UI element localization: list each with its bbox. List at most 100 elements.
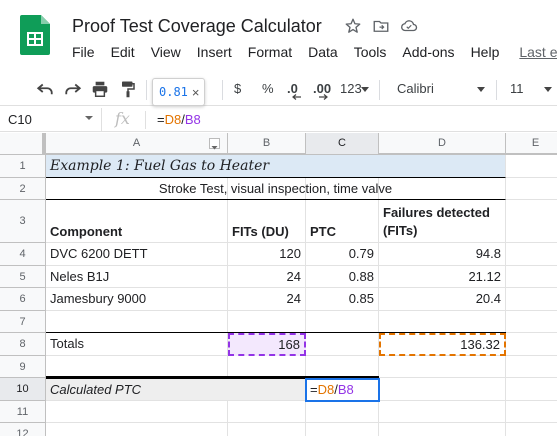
grid-cell[interactable]	[379, 378, 506, 401]
header-fits[interactable]: FITs (DU)	[228, 200, 306, 243]
column-header-a[interactable]: A	[46, 133, 228, 154]
move-folder-icon[interactable]	[371, 16, 391, 36]
table-row-5-failures[interactable]: 21.12	[379, 266, 506, 288]
grid-cell[interactable]	[228, 401, 306, 423]
currency-format-button[interactable]: $	[234, 81, 241, 96]
table-row-6-ptc[interactable]: 0.85	[306, 288, 379, 311]
table-row-4-fits[interactable]: 120	[228, 243, 306, 266]
row-header-6[interactable]: 6	[0, 288, 46, 311]
row-header-8[interactable]: 8	[0, 333, 46, 356]
menu-addons[interactable]: Add-ons	[394, 44, 462, 60]
close-icon[interactable]: ×	[192, 85, 200, 100]
column-header-d[interactable]: D	[379, 133, 506, 154]
table-row-6-failures[interactable]: 20.4	[379, 288, 506, 311]
document-title[interactable]: Proof Test Coverage Calculator	[72, 16, 322, 37]
print-icon[interactable]	[89, 79, 111, 99]
column-header-c[interactable]: C	[306, 133, 379, 154]
menu-edit[interactable]: Edit	[103, 44, 143, 60]
grid-cell[interactable]	[506, 378, 557, 401]
formula-input[interactable]: =D8/B8	[157, 112, 201, 127]
grid-cell[interactable]	[228, 311, 306, 333]
grid-cell[interactable]	[506, 311, 557, 333]
header-ptc[interactable]: PTC	[306, 200, 379, 243]
column-header-e[interactable]: E	[506, 133, 557, 154]
percent-format-button[interactable]: %	[262, 81, 274, 96]
grid-cell[interactable]	[306, 311, 379, 333]
font-family-select[interactable]: Calibri	[397, 81, 434, 96]
grid-cell[interactable]	[46, 423, 228, 436]
row-header-12[interactable]: 12	[0, 423, 46, 436]
sheets-logo-icon[interactable]	[20, 15, 50, 55]
row-header-5[interactable]: 5	[0, 266, 46, 288]
grid-cell[interactable]	[46, 401, 228, 423]
select-all-corner[interactable]	[0, 133, 46, 154]
grid-cell[interactable]	[228, 423, 306, 436]
grid-cell[interactable]	[379, 311, 506, 333]
grid-cell[interactable]	[306, 401, 379, 423]
table-row-5-component[interactable]: Neles B1J	[46, 266, 228, 288]
table-row-5-fits[interactable]: 24	[228, 266, 306, 288]
menu-insert[interactable]: Insert	[189, 44, 240, 60]
table-row-4-component[interactable]: DVC 6200 DETT	[46, 243, 228, 266]
row-header-7[interactable]: 7	[0, 311, 46, 333]
menu-data[interactable]: Data	[300, 44, 346, 60]
grid-cell[interactable]	[506, 243, 557, 266]
calculated-ptc-label[interactable]: Calculated PTC	[46, 379, 306, 401]
totals-failures-cell[interactable]: 136.32	[379, 333, 506, 356]
menu-tools[interactable]: Tools	[346, 44, 395, 60]
grid-cell[interactable]	[506, 155, 557, 178]
name-box[interactable]: C10	[0, 108, 102, 131]
row-header-10[interactable]: 10	[0, 378, 46, 401]
menu-help[interactable]: Help	[463, 44, 508, 60]
last-edit-link[interactable]: Last ed	[507, 44, 557, 60]
menu-file[interactable]: File	[64, 44, 103, 60]
paint-format-icon[interactable]	[117, 79, 139, 99]
cell-a1-title[interactable]: Example 1: Fuel Gas to Heater	[46, 155, 506, 178]
table-row-5-ptc[interactable]: 0.88	[306, 266, 379, 288]
totals-fits-cell[interactable]: 168	[228, 333, 306, 356]
header-failures[interactable]: Failures detected (FITs)	[379, 200, 506, 243]
active-cell-c10-editor[interactable]: =D8/B8	[305, 378, 380, 402]
more-formats-button[interactable]: 123	[340, 81, 362, 96]
grid-cell[interactable]	[228, 356, 306, 378]
cloud-status-icon[interactable]	[399, 16, 419, 36]
grid-cell[interactable]	[379, 423, 506, 436]
menu-format[interactable]: Format	[240, 44, 300, 60]
grid-cell[interactable]	[306, 333, 379, 356]
row-header-3[interactable]: 3	[0, 200, 46, 243]
grid-cell[interactable]	[506, 288, 557, 311]
totals-label[interactable]: Totals	[46, 333, 228, 356]
table-row-4-ptc[interactable]: 0.79	[306, 243, 379, 266]
table-row-4-failures[interactable]: 94.8	[379, 243, 506, 266]
grid-cell[interactable]	[506, 401, 557, 423]
undo-icon[interactable]	[34, 79, 56, 99]
chevron-down-icon[interactable]	[85, 116, 93, 120]
row-header-11[interactable]: 11	[0, 401, 46, 423]
row-header-1[interactable]: 1	[0, 155, 46, 178]
row-header-4[interactable]: 4	[0, 243, 46, 266]
star-icon[interactable]	[343, 16, 363, 36]
grid-cell[interactable]	[506, 200, 557, 243]
table-row-6-fits[interactable]: 24	[228, 288, 306, 311]
grid-cell[interactable]	[46, 311, 228, 333]
menu-view[interactable]: View	[143, 44, 189, 60]
grid-cell[interactable]	[46, 356, 228, 378]
cell-a2-description[interactable]: Stroke Test, visual inspection, time val…	[46, 178, 506, 200]
table-row-6-component[interactable]: Jamesbury 9000	[46, 288, 228, 311]
grid-cell[interactable]	[379, 401, 506, 423]
font-size-select[interactable]: 11	[510, 81, 524, 96]
grid-cell[interactable]	[506, 178, 557, 200]
grid-cell[interactable]	[506, 266, 557, 288]
grid-cell[interactable]	[306, 356, 379, 378]
grid-cell[interactable]	[379, 356, 506, 378]
row-header-2[interactable]: 2	[0, 178, 46, 200]
grid-cell[interactable]	[506, 333, 557, 356]
grid-cell[interactable]	[306, 423, 379, 436]
column-header-b[interactable]: B	[228, 133, 306, 154]
redo-icon[interactable]	[62, 79, 84, 99]
column-dropdown-icon[interactable]	[209, 138, 220, 150]
grid-cell[interactable]	[506, 356, 557, 378]
grid-cell[interactable]	[506, 423, 557, 436]
row-header-9[interactable]: 9	[0, 356, 46, 378]
header-component[interactable]: Component	[46, 200, 228, 243]
